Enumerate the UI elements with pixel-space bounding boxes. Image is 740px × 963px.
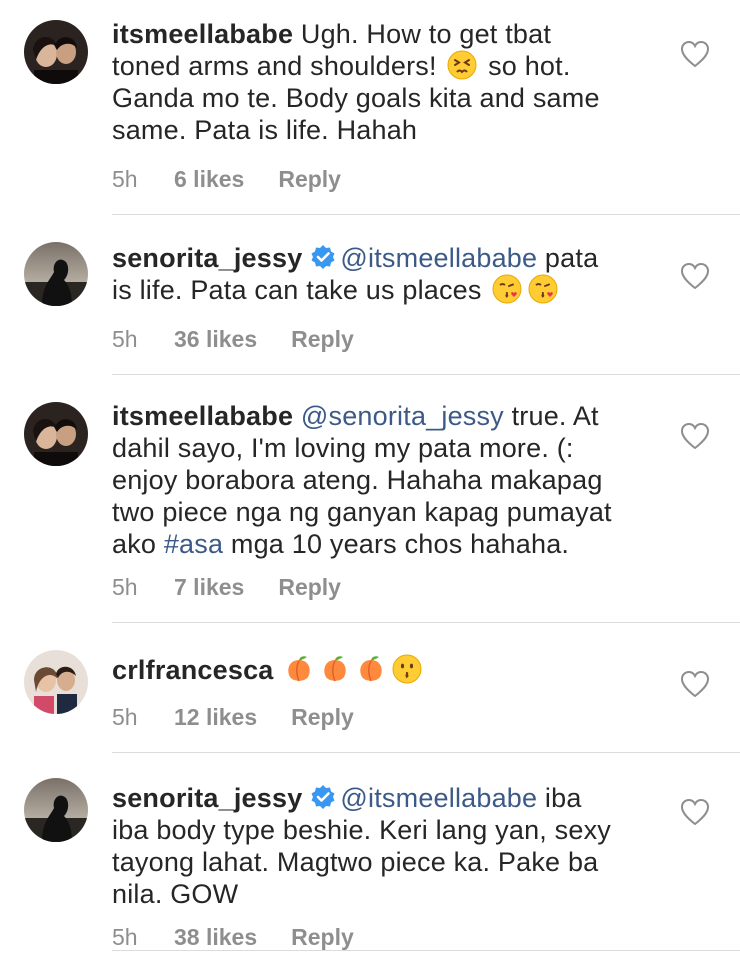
- username-link[interactable]: itsmeellababe: [112, 401, 293, 431]
- verified-badge-icon: [310, 784, 336, 810]
- like-heart-icon[interactable]: [680, 422, 710, 450]
- comment-text-segment: same. Pata is life. Hahah: [112, 115, 418, 145]
- reply-button[interactable]: Reply: [278, 574, 341, 601]
- comment-line: itsmeellababe Ugh. How to get tbat: [112, 18, 672, 50]
- comment-line: iba body type beshie. Keri lang yan, sex…: [112, 814, 672, 846]
- persevering-face-emoji-icon: [447, 50, 477, 80]
- reply-button[interactable]: Reply: [291, 924, 354, 951]
- username-link[interactable]: senorita_jessy: [112, 243, 302, 273]
- comment-divider: [112, 374, 740, 375]
- username-link[interactable]: senorita_jessy: [112, 783, 302, 813]
- mention-link[interactable]: @itsmeellababe: [340, 783, 537, 813]
- avatar-photo-silhouette[interactable]: [24, 242, 88, 306]
- like-heart-icon[interactable]: [680, 40, 710, 68]
- comment-meta-row: 5h 6 likes Reply: [112, 166, 341, 193]
- like-heart-icon[interactable]: [680, 670, 710, 698]
- timestamp: 5h: [112, 166, 138, 192]
- reply-button[interactable]: Reply: [291, 326, 354, 353]
- comment-divider: [112, 752, 740, 753]
- comment-text-segment: ako: [112, 529, 164, 559]
- kissing-face-emoji-icon: [392, 654, 422, 684]
- comment-line: ako #asa mga 10 years chos hahaha.: [112, 528, 672, 560]
- username-link[interactable]: crlfrancesca: [112, 655, 274, 685]
- comment-text: senorita_jessy @itsmeellababe pata is life…: [112, 242, 672, 306]
- comment-line: senorita_jessy @itsmeellababe iba: [112, 782, 672, 814]
- comment-line: enjoy borabora ateng. Hahaha makapag: [112, 464, 672, 496]
- comment-line: senorita_jessy @itsmeellababe pata: [112, 242, 672, 274]
- comment-text-segment: enjoy borabora ateng. Hahaha makapag: [112, 465, 603, 495]
- peach-emoji-icon: [320, 654, 350, 684]
- comment-text-segment: Ganda mo te. Body goals kita and same: [112, 83, 600, 113]
- likes-count-link[interactable]: 6 likes: [174, 166, 244, 193]
- like-heart-icon[interactable]: [680, 798, 710, 826]
- comment-divider: [112, 950, 740, 951]
- likes-count-link[interactable]: 36 likes: [174, 326, 257, 353]
- comment-meta-row: 5h 12 likes Reply: [112, 704, 354, 731]
- comment-line: toned arms and shoulders! so hot.: [112, 50, 672, 82]
- comment-text: itsmeellababe Ugh. How to get tbat toned …: [112, 18, 672, 146]
- comment-line: tayong lahat. Magtwo piece ka. Pake ba: [112, 846, 672, 878]
- comment-line: two piece nga ng ganyan kapag pumayat: [112, 496, 672, 528]
- comment-text-segment: so hot.: [480, 51, 571, 81]
- comment-line: Ganda mo te. Body goals kita and same: [112, 82, 672, 114]
- comment-text: senorita_jessy @itsmeellababe iba iba body…: [112, 782, 672, 910]
- timestamp: 5h: [112, 574, 138, 600]
- comment-meta-row: 5h 38 likes Reply: [112, 924, 354, 951]
- avatar-photo-silhouette[interactable]: [24, 778, 88, 842]
- mention-link[interactable]: @itsmeellababe: [340, 243, 537, 273]
- comment-text-segment: is life. Pata can take us places: [112, 275, 490, 305]
- likes-count-link[interactable]: 12 likes: [174, 704, 257, 731]
- comment-text-segment: toned arms and shoulders!: [112, 51, 445, 81]
- avatar-photo-couple[interactable]: [24, 402, 88, 466]
- comment-line: same. Pata is life. Hahah: [112, 114, 672, 146]
- comment-text-segment: pata: [537, 243, 599, 273]
- comment-line: dahil sayo, I'm loving my pata more. (:: [112, 432, 672, 464]
- comment-text-segment: tayong lahat. Magtwo piece ka. Pake ba: [112, 847, 599, 877]
- comment-text-segment: iba: [537, 783, 582, 813]
- like-heart-icon[interactable]: [680, 262, 710, 290]
- peach-emoji-icon: [356, 654, 386, 684]
- comment-text-segment: dahil sayo, I'm loving my pata more. (:: [112, 433, 574, 463]
- comment-line: itsmeellababe @senorita_jessy true. At: [112, 400, 672, 432]
- comment-text: crlfrancesca: [112, 654, 672, 686]
- comment-text-segment: iba body type beshie. Keri lang yan, sex…: [112, 815, 611, 845]
- face-blowing-kiss-emoji-icon: [492, 274, 522, 304]
- reply-button[interactable]: Reply: [278, 166, 341, 193]
- timestamp: 5h: [112, 924, 138, 950]
- comment-text-segment: true. At: [503, 401, 599, 431]
- timestamp: 5h: [112, 704, 138, 730]
- timestamp: 5h: [112, 326, 138, 352]
- comment-text-segment: mga 10 years chos hahaha.: [223, 529, 570, 559]
- comment-line: is life. Pata can take us places: [112, 274, 672, 306]
- comment-meta-row: 5h 7 likes Reply: [112, 574, 341, 601]
- comment-divider: [112, 622, 740, 623]
- face-blowing-kiss-emoji-icon: [528, 274, 558, 304]
- comment-text-segment: two piece nga ng ganyan kapag pumayat: [112, 497, 612, 527]
- mention-link[interactable]: @senorita_jessy: [301, 401, 504, 431]
- comment-text: itsmeellababe @senorita_jessy true. At da…: [112, 400, 672, 560]
- likes-count-link[interactable]: 7 likes: [174, 574, 244, 601]
- verified-badge-icon: [310, 244, 336, 270]
- avatar-photo-group[interactable]: [24, 650, 88, 714]
- hashtag-link[interactable]: #asa: [164, 529, 223, 559]
- avatar-photo-couple[interactable]: [24, 20, 88, 84]
- comment-meta-row: 5h 36 likes Reply: [112, 326, 354, 353]
- peach-emoji-icon: [284, 654, 314, 684]
- comment-text-segment: Ugh. How to get tbat: [300, 19, 552, 49]
- comment-line: nila. GOW: [112, 878, 672, 910]
- comment-divider: [112, 214, 740, 215]
- likes-count-link[interactable]: 38 likes: [174, 924, 257, 951]
- username-link[interactable]: itsmeellababe: [112, 19, 293, 49]
- reply-button[interactable]: Reply: [291, 704, 354, 731]
- comment-line: crlfrancesca: [112, 654, 672, 686]
- comment-text-segment: nila. GOW: [112, 879, 239, 909]
